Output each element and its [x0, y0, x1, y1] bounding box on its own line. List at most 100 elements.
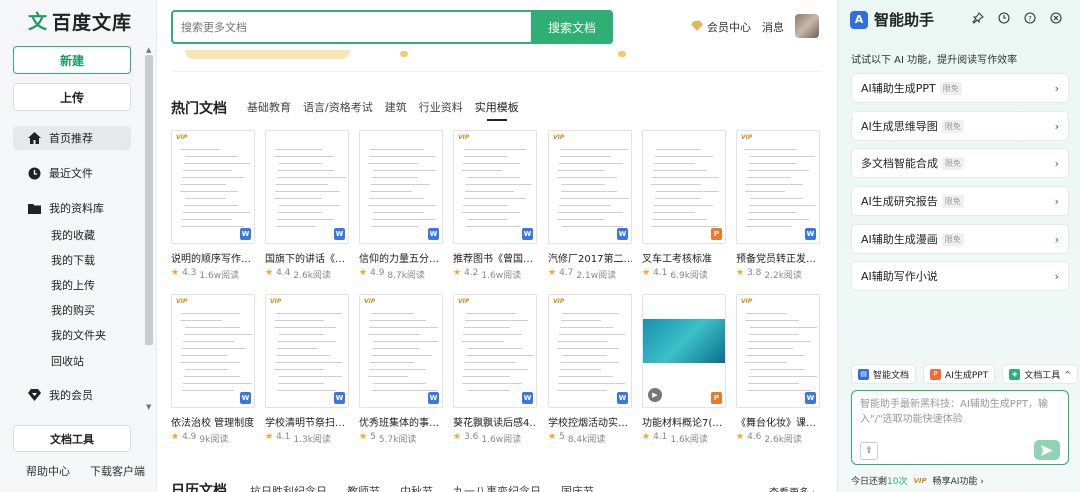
feature-comic[interactable]: AI辅助生成漫画 限免 › — [851, 224, 1069, 254]
doc-title[interactable]: 依法治校 管理制度 — [171, 414, 255, 429]
doc-thumbnail[interactable]: VIP W — [171, 294, 255, 408]
tab-calendar-1[interactable]: 抗日胜利纪念日 — [250, 483, 327, 492]
doc-card[interactable]: W 信仰的力量五分… ★ 4.9 8.7k阅读 — [359, 130, 443, 281]
play-icon[interactable]: ▶ — [648, 388, 662, 402]
doc-thumbnail[interactable]: W — [359, 130, 443, 244]
doc-thumbnail[interactable]: VIP W — [736, 130, 820, 244]
tab-architecture[interactable]: 建筑 — [385, 99, 407, 115]
feature-multi-doc[interactable]: 多文档智能合成 限免 › — [851, 148, 1069, 178]
search-button[interactable]: 搜索文档 — [531, 10, 613, 44]
help-center-link[interactable]: 帮助中心 — [26, 463, 70, 479]
sidebar-sub-downloads[interactable]: 我的下载 — [51, 252, 95, 268]
feature-ai-ppt[interactable]: AI辅助生成PPT 限免 › — [851, 73, 1069, 103]
doc-title[interactable]: 信仰的力量五分… — [359, 250, 443, 265]
doc-title[interactable]: 叉车工考核标准 — [642, 250, 726, 265]
tab-calendar-4[interactable]: 九一八事变纪念日 — [453, 483, 541, 492]
help-icon[interactable]: ? — [1023, 11, 1037, 25]
doc-thumbnail[interactable]: W — [265, 130, 349, 244]
doc-title[interactable]: 功能材料概论7(… — [642, 414, 726, 429]
doc-title[interactable]: 汽修厂2017第二… — [548, 250, 632, 265]
doc-thumbnail[interactable]: VIP W — [548, 294, 632, 408]
doc-title[interactable]: 国旗下的讲话《… — [265, 250, 349, 265]
doc-title[interactable]: 推荐图书《曾国… — [453, 250, 537, 265]
sidebar-item-home[interactable]: 首页推荐 — [13, 126, 131, 150]
doc-card[interactable]: VIP W 预备党员转正发… ★ 3.8 2.2k阅读 — [736, 130, 820, 281]
sidebar-sub-folders[interactable]: 我的文件夹 — [51, 327, 106, 343]
sidebar-sub-favorites[interactable]: 我的收藏 — [51, 227, 95, 243]
scroll-down-arrow-icon[interactable]: ▼ — [146, 403, 151, 411]
tab-basic-education[interactable]: 基础教育 — [247, 99, 291, 115]
sidebar-sub-uploads[interactable]: 我的上传 — [51, 277, 95, 293]
doc-card[interactable]: VIP W 葵花飘飘读后感4… ★ 3.6 1.6w阅读 — [453, 294, 537, 445]
doc-card[interactable]: VIP W 学校控烟活动实… ★ 5 8.4k阅读 — [548, 294, 632, 445]
logo[interactable]: 文 百度文库 — [28, 8, 132, 35]
sidebar-sub-recycle-bin[interactable]: 回收站 — [51, 353, 84, 369]
chip-doc-tools[interactable]: ◈ 文档工具 ^ — [1002, 364, 1078, 384]
tab-language-exam[interactable]: 语言/资格考试 — [303, 99, 373, 115]
doc-title[interactable]: 说明的顺序写作… — [171, 250, 255, 265]
upload-file-icon[interactable]: ⇪ — [860, 442, 878, 460]
avatar[interactable] — [795, 14, 819, 38]
feature-mind-map[interactable]: AI生成思维导图 限免 › — [851, 111, 1069, 141]
doc-title[interactable]: 学校清明节祭扫… — [265, 414, 349, 429]
tab-templates[interactable]: 实用模板 — [475, 99, 519, 121]
tab-calendar-5[interactable]: 国庆节 — [561, 483, 594, 492]
doc-text-line — [181, 313, 240, 314]
assistant-input-placeholder[interactable]: 智能助手最新黑科技：AI辅助生成PPT，输入"/"选取功能快速体验 — [860, 397, 1060, 427]
tab-calendar-3[interactable]: 中秋节 — [400, 483, 433, 492]
feature-novel[interactable]: AI辅助写作小说 › — [851, 261, 1069, 291]
sidebar-item-member[interactable]: 我的会员 — [13, 383, 131, 407]
view-more-link[interactable]: 查看更多 › — [769, 484, 816, 492]
doc-card[interactable]: ▶ P 功能材料概论7(… ★ 4.1 1.6k阅读 — [642, 294, 726, 445]
doc-title[interactable]: 《舞台化妆》课… — [736, 414, 820, 429]
doc-card[interactable]: VIP W 《舞台化妆》课… ★ 4.6 2.6k阅读 — [736, 294, 820, 445]
doc-title[interactable]: 优秀班集体的事… — [359, 414, 443, 429]
doc-thumbnail[interactable]: VIP W — [453, 130, 537, 244]
chip-smart-doc[interactable]: ▤ 智能文档 — [851, 364, 917, 384]
tab-industry[interactable]: 行业资料 — [419, 99, 463, 115]
upload-button[interactable]: 上传 — [13, 83, 131, 111]
new-button[interactable]: 新建 — [13, 46, 131, 74]
doc-card[interactable]: VIP W 依法治校 管理制度 ★ 4.9 9k阅读 — [171, 294, 255, 445]
doc-thumbnail[interactable]: VIP W — [359, 294, 443, 408]
doc-text-line — [656, 149, 701, 150]
send-icon[interactable] — [1034, 440, 1060, 460]
doc-card[interactable]: P 叉车工考核标准 ★ 4.1 6.9k阅读 — [642, 130, 726, 281]
doc-card[interactable]: VIP W 优秀班集体的事… ★ 5 5.7k阅读 — [359, 294, 443, 445]
doc-reads: 2.6k阅读 — [293, 271, 331, 281]
doc-text-line — [750, 198, 803, 199]
sidebar-item-library[interactable]: 我的资料库 — [13, 196, 131, 220]
scroll-up-arrow-icon[interactable]: ▲ — [146, 46, 151, 54]
doc-thumbnail[interactable]: VIP W — [548, 130, 632, 244]
doc-thumbnail[interactable]: VIP W — [453, 294, 537, 408]
doc-card[interactable]: VIP W 说明的顺序写作… ★ 4.3 1.6w阅读 — [171, 130, 255, 281]
doc-thumbnail[interactable]: ▶ P — [642, 294, 726, 408]
doc-title[interactable]: 葵花飘飘读后感4… — [453, 414, 537, 429]
doc-title[interactable]: 预备党员转正发… — [736, 250, 820, 265]
tab-calendar-2[interactable]: 教师节 — [347, 483, 380, 492]
doc-thumbnail[interactable]: VIP W — [171, 130, 255, 244]
search-input[interactable] — [181, 12, 521, 42]
download-client-link[interactable]: 下载客户端 — [90, 463, 145, 479]
doc-tools-button[interactable]: 文档工具 — [13, 425, 131, 452]
vip-ai-link[interactable]: 畅享AI功能 › — [933, 474, 984, 487]
doc-title[interactable]: 学校控烟活动实… — [548, 414, 632, 429]
vip-center-link[interactable]: 会员中心 — [691, 19, 751, 35]
feature-research-report[interactable]: AI生成研究报告 限免 › — [851, 186, 1069, 216]
sidebar-item-recent[interactable]: 最近文件 — [13, 161, 131, 185]
chip-ai-ppt[interactable]: P AI生成PPT — [923, 364, 996, 384]
doc-card[interactable]: VIP W 推荐图书《曾国… ★ 4.2 1.6w阅读 — [453, 130, 537, 281]
assistant-input-box[interactable]: 智能助手最新黑科技：AI辅助生成PPT，输入"/"选取功能快速体验 ⇪ — [851, 390, 1069, 465]
doc-thumbnail[interactable]: P — [642, 130, 726, 244]
pin-icon[interactable] — [971, 11, 985, 25]
doc-card[interactable]: VIP W 学校清明节祭扫… ★ 4.1 1.3k阅读 — [265, 294, 349, 445]
sidebar-sub-purchases[interactable]: 我的购买 — [51, 302, 95, 318]
sidebar-scrollbar[interactable] — [145, 55, 153, 345]
doc-card[interactable]: VIP W 汽修厂2017第二… ★ 4.7 2.1w阅读 — [548, 130, 632, 281]
messages-link[interactable]: 消息 — [762, 19, 784, 35]
doc-card[interactable]: W 国旗下的讲话《… ★ 4.4 2.6k阅读 — [265, 130, 349, 281]
doc-thumbnail[interactable]: VIP W — [265, 294, 349, 408]
close-icon[interactable] — [1049, 11, 1063, 25]
history-clock-icon[interactable] — [997, 11, 1011, 25]
doc-thumbnail[interactable]: VIP W — [736, 294, 820, 408]
